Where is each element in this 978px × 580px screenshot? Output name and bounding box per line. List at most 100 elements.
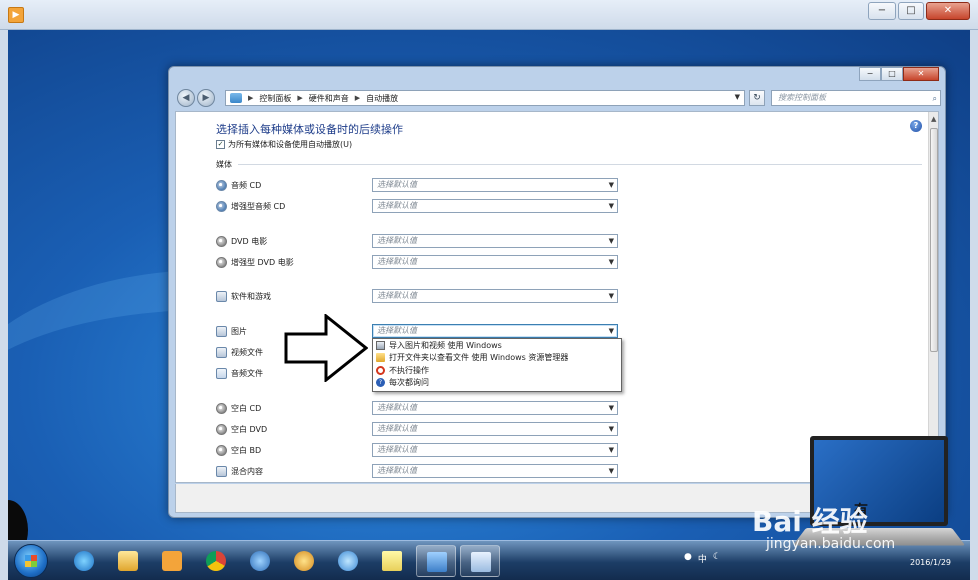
option-label: 导入图片和视频 使用 Windows xyxy=(389,340,502,350)
breadcrumb-autoplay[interactable]: 自动播放 xyxy=(366,93,398,104)
chevron-down-icon: ▼ xyxy=(608,181,614,189)
import-icon xyxy=(376,340,385,350)
taskbar-explorer[interactable] xyxy=(108,545,148,577)
chevron-down-icon: ▼ xyxy=(608,202,614,210)
select-enhanced-dvd[interactable]: 选择默认值 ▼ xyxy=(372,255,618,269)
select-value: 选择默认值 xyxy=(377,236,417,245)
select-value: 选择默认值 xyxy=(377,466,417,475)
scroll-thumb[interactable] xyxy=(930,128,938,352)
outer-maximize-button[interactable]: □ xyxy=(898,2,924,20)
help-icon[interactable]: ? xyxy=(910,120,922,132)
checkbox-box[interactable]: ✓ xyxy=(216,140,225,149)
forward-button[interactable]: ▶ xyxy=(197,89,215,107)
close-button[interactable]: ✕ xyxy=(903,67,939,81)
taskbar-photos[interactable] xyxy=(328,545,368,577)
blank-dvd-icon xyxy=(216,423,227,435)
select-blank-bd[interactable]: 选择默认值 ▼ xyxy=(372,443,618,457)
select-software-games[interactable]: 选择默认值 ▼ xyxy=(372,289,618,303)
select-blank-cd[interactable]: 选择默认值 ▼ xyxy=(372,401,618,415)
audio-files-icon xyxy=(216,367,227,379)
chevron-down-icon: ▼ xyxy=(608,425,614,433)
clock-date[interactable]: 2016/1/29 xyxy=(910,558,951,567)
outer-close-button[interactable]: ✕ xyxy=(926,2,970,20)
taskbar-paint[interactable] xyxy=(284,545,324,577)
section-divider xyxy=(238,164,922,165)
ime-language[interactable]: 中 xyxy=(698,552,707,565)
breadcrumb-control-panel[interactable]: 控制面板 xyxy=(259,93,291,104)
select-value: 选择默认值 xyxy=(377,326,417,335)
taskbar-window[interactable] xyxy=(460,545,500,577)
option-label: 每次都询问 xyxy=(389,378,429,388)
media-label: 空白 CD xyxy=(231,403,262,413)
media-row-blank-cd: 空白 CD xyxy=(216,401,261,415)
control-panel-icon xyxy=(427,552,447,572)
vertical-scrollbar[interactable]: ▲ xyxy=(928,112,938,482)
photos-icon xyxy=(338,551,358,571)
chevron-right-icon: ▶ xyxy=(354,94,361,102)
select-pictures[interactable]: 选择默认值 ▼ xyxy=(372,324,618,338)
page-title: 选择插入每种媒体或设备时的后续操作 xyxy=(216,123,403,136)
outer-minimize-button[interactable]: − xyxy=(868,2,896,20)
media-row-mixed-content: 混合内容 xyxy=(216,464,263,478)
select-value: 选择默认值 xyxy=(377,201,417,210)
refresh-button[interactable]: ↻ xyxy=(749,90,765,106)
window-controls: − □ ✕ xyxy=(859,67,939,81)
option-import[interactable]: 导入图片和视频 使用 Windows xyxy=(373,339,621,352)
taskbar-notes[interactable] xyxy=(372,545,412,577)
back-button[interactable]: ◀ xyxy=(177,89,195,107)
select-value: 选择默认值 xyxy=(377,445,417,454)
moon-icon[interactable]: ☾ xyxy=(713,552,721,565)
media-player-icon[interactable]: ▶ xyxy=(8,7,24,23)
media-label: 视频文件 xyxy=(231,347,263,357)
media-label: 音频文件 xyxy=(231,368,263,378)
dvd-movie-icon xyxy=(216,235,227,247)
audio-cd-icon xyxy=(216,179,227,191)
maximize-button[interactable]: □ xyxy=(881,67,903,81)
media-row-video-files: 视频文件 xyxy=(216,345,263,359)
select-enhanced-audio-cd[interactable]: 选择默认值 ▼ xyxy=(372,199,618,213)
start-button[interactable] xyxy=(14,544,48,578)
search-placeholder: 搜索控制面板 xyxy=(778,93,826,102)
folder-icon xyxy=(376,353,385,363)
mixed-content-icon xyxy=(216,465,227,477)
breadcrumb-hardware-sound[interactable]: 硬件和声音 xyxy=(309,93,349,104)
option-ask-every-time[interactable]: ? 每次都询问 xyxy=(373,377,621,390)
option-no-action[interactable]: 不执行操作 xyxy=(373,364,621,377)
select-mixed-content[interactable]: 选择默认值 ▼ xyxy=(372,464,618,478)
ime-icon[interactable]: ● xyxy=(684,552,692,565)
outer-right-border xyxy=(970,30,978,580)
window-icon xyxy=(471,552,491,572)
media-row-blank-dvd: 空白 DVD xyxy=(216,422,267,436)
media-row-audio-files: 音频文件 xyxy=(216,366,263,380)
software-games-icon xyxy=(216,290,227,302)
taskbar-ie[interactable] xyxy=(64,545,104,577)
minimize-button[interactable]: − xyxy=(859,67,881,81)
search-input[interactable]: 搜索控制面板 ⌕ xyxy=(771,90,941,106)
use-autoplay-checkbox[interactable]: ✓ 为所有媒体和设备使用自动播放(U) xyxy=(216,139,352,150)
select-dvd-movie[interactable]: 选择默认值 ▼ xyxy=(372,234,618,248)
select-blank-dvd[interactable]: 选择默认值 ▼ xyxy=(372,422,618,436)
media-row-enhanced-audio-cd: 增强型音频 CD xyxy=(216,199,285,213)
chevron-right-icon: ▶ xyxy=(248,94,254,102)
search-icon[interactable]: ⌕ xyxy=(933,92,937,106)
chevron-down-icon: ▼ xyxy=(608,467,614,475)
select-audio-cd[interactable]: 选择默认值 ▼ xyxy=(372,178,618,192)
select-value: 选择默认值 xyxy=(377,257,417,266)
chevron-down-icon: ▼ xyxy=(608,237,614,245)
taskbar-media-player[interactable] xyxy=(152,545,192,577)
option-open-folder[interactable]: 打开文件夹以查看文件 使用 Windows 资源管理器 xyxy=(373,352,621,365)
taskbar-control-panel[interactable] xyxy=(416,545,456,577)
chevron-up-icon[interactable]: ▲ xyxy=(931,115,936,123)
watermark-url: jingyan.baidu.com xyxy=(766,536,896,552)
video-files-icon xyxy=(216,346,227,358)
pictures-dropdown-list: 导入图片和视频 使用 Windows 打开文件夹以查看文件 使用 Windows… xyxy=(372,338,622,392)
taskbar-chrome[interactable] xyxy=(196,545,236,577)
pictures-icon xyxy=(216,325,227,337)
baidu-watermark: Bai 经验 xyxy=(752,505,868,538)
chevron-down-icon[interactable]: ▼ xyxy=(735,93,740,101)
chrome-icon xyxy=(206,551,226,571)
taskbar-app-dots[interactable] xyxy=(240,545,280,577)
media-label: 增强型音频 CD xyxy=(231,201,286,211)
select-value: 选择默认值 xyxy=(377,180,417,189)
address-bar[interactable]: ▶ 控制面板 ▶ 硬件和声音 ▶ 自动播放 ▼ xyxy=(225,90,745,106)
